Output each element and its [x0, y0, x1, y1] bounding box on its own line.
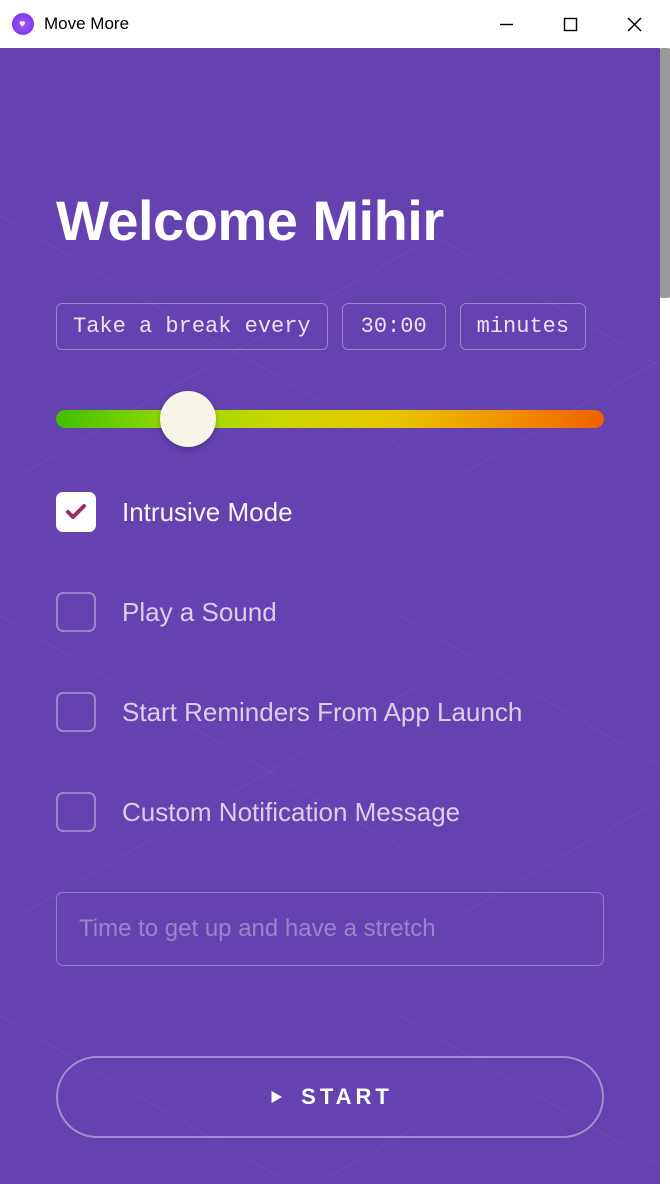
scrollbar[interactable]: [660, 48, 670, 298]
interval-slider[interactable]: [56, 410, 604, 428]
start-button-label: START: [301, 1084, 393, 1110]
custom-message-input[interactable]: [56, 892, 604, 966]
minimize-button[interactable]: [474, 0, 538, 48]
option-reminders-launch: Start Reminders From App Launch: [56, 692, 604, 732]
break-prefix-chip: Take a break every: [56, 303, 328, 350]
checkbox-play-sound[interactable]: [56, 592, 96, 632]
checkbox-reminders-launch[interactable]: [56, 692, 96, 732]
option-intrusive-mode: Intrusive Mode: [56, 492, 604, 532]
slider-thumb[interactable]: [160, 391, 216, 447]
start-button[interactable]: START: [56, 1056, 604, 1138]
break-time-input[interactable]: 30:00: [342, 303, 446, 350]
slider-track: [56, 410, 604, 428]
close-button[interactable]: [602, 0, 666, 48]
option-custom-message: Custom Notification Message: [56, 792, 604, 832]
checkmark-icon: [64, 500, 88, 524]
option-play-sound: Play a Sound: [56, 592, 604, 632]
option-label: Intrusive Mode: [122, 497, 293, 528]
option-label: Play a Sound: [122, 597, 277, 628]
checkbox-custom-message[interactable]: [56, 792, 96, 832]
window-titlebar: Move More: [0, 0, 670, 48]
window-title: Move More: [44, 14, 129, 34]
break-suffix-chip: minutes: [460, 303, 586, 350]
page-title: Welcome Mihir: [56, 188, 604, 253]
checkbox-intrusive-mode[interactable]: [56, 492, 96, 532]
app-icon: [12, 13, 34, 35]
option-label: Custom Notification Message: [122, 797, 460, 828]
maximize-button[interactable]: [538, 0, 602, 48]
play-icon: [267, 1088, 285, 1106]
main-panel: Welcome Mihir Take a break every 30:00 m…: [0, 48, 660, 1184]
option-label: Start Reminders From App Launch: [122, 697, 522, 728]
break-interval-row: Take a break every 30:00 minutes: [56, 303, 604, 350]
